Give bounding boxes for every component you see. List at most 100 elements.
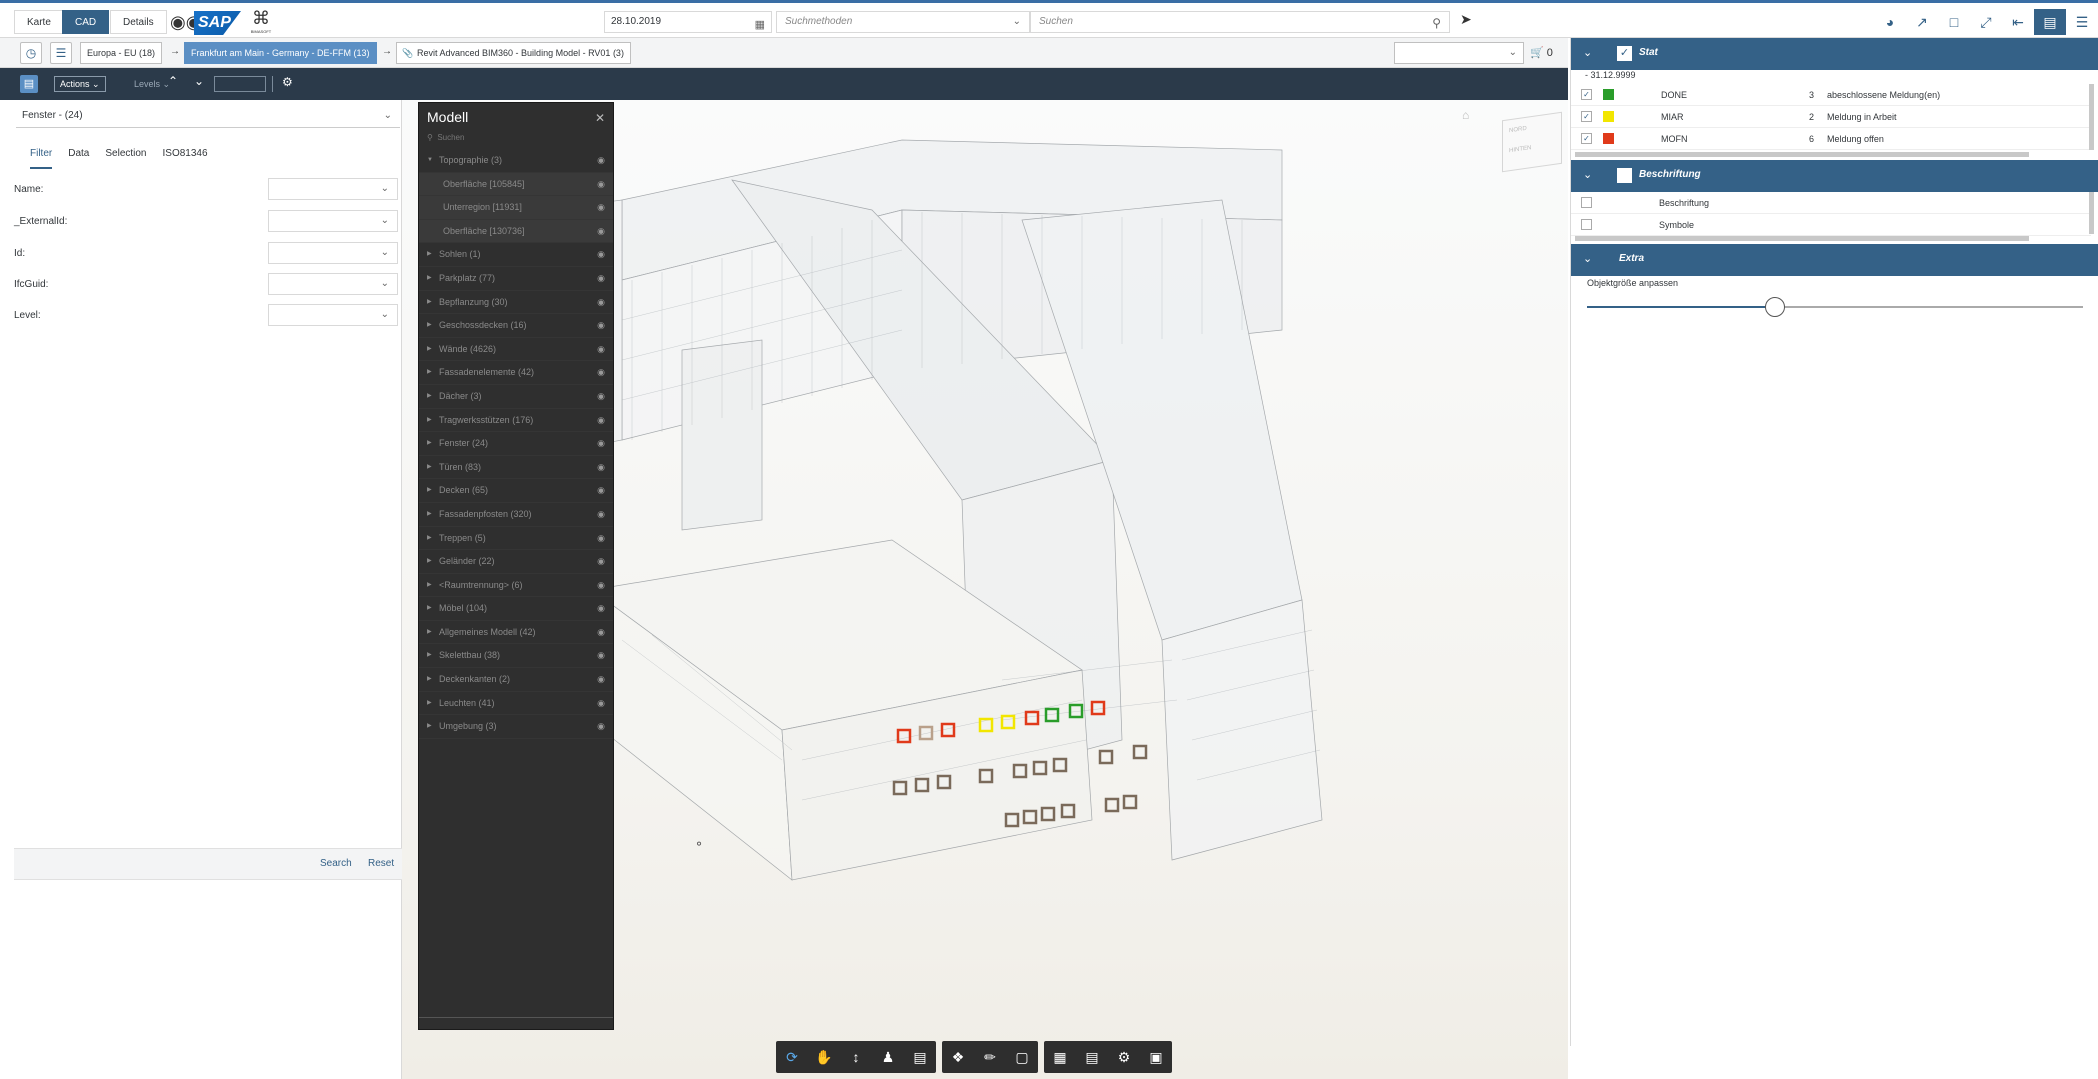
caret-right-icon[interactable]: ▶: [427, 361, 432, 385]
walk-icon[interactable]: ♟: [872, 1041, 904, 1073]
caret-down-icon[interactable]: ▼: [427, 149, 433, 173]
modell-tree-item[interactable]: Oberfläche [130736] ◉: [419, 219, 613, 244]
tab-iso81346[interactable]: ISO81346: [163, 148, 208, 169]
caret-right-icon[interactable]: ▶: [427, 503, 432, 527]
menu-icon[interactable]: ☰: [2066, 9, 2098, 35]
levels-dropdown[interactable]: Levels ⌄: [134, 76, 170, 92]
caret-right-icon[interactable]: ▶: [427, 692, 432, 716]
visibility-icon[interactable]: ◉: [597, 338, 605, 362]
row-checkbox[interactable]: [1581, 219, 1592, 230]
tab-karte[interactable]: Karte: [14, 10, 64, 34]
navigation-cube[interactable]: NORD HINTEN: [1502, 111, 1562, 173]
chevron-down-icon[interactable]: ⌄: [1583, 252, 1592, 265]
modell-tree-item[interactable]: ▶ Umgebung (3) ◉: [419, 715, 613, 739]
actions-dropdown[interactable]: Actions ⌄: [54, 76, 106, 92]
beschriftung-checkbox[interactable]: [1617, 168, 1632, 183]
tab-selection[interactable]: Selection: [105, 148, 146, 169]
category-select[interactable]: Fenster - (24) ⌄: [16, 104, 400, 128]
visibility-icon[interactable]: ◉: [597, 314, 605, 338]
breadcrumb-revit-model[interactable]: 📎 Revit Advanced BIM360 - Building Model…: [396, 42, 631, 64]
modell-tree-item[interactable]: ▼ Topographie (3) ◉: [419, 149, 613, 173]
modell-tree-item[interactable]: ▶ Möbel (104) ◉: [419, 597, 613, 621]
modell-tree-item[interactable]: Unterregion [11931] ◉: [419, 196, 613, 220]
chevron-down-icon[interactable]: ⌄: [1583, 46, 1592, 59]
horizontal-scrollbar[interactable]: [1575, 152, 2029, 157]
caret-right-icon[interactable]: ▶: [427, 550, 432, 574]
caret-right-icon[interactable]: ▶: [427, 597, 432, 621]
cart-select[interactable]: ⌄: [1394, 42, 1524, 64]
row-checkbox[interactable]: [1581, 197, 1592, 208]
stat-checkbox[interactable]: ✓: [1617, 46, 1632, 61]
caret-right-icon[interactable]: ▶: [427, 385, 432, 409]
caret-right-icon[interactable]: ▶: [427, 243, 432, 267]
visibility-icon[interactable]: ◉: [597, 644, 605, 668]
location-arrow-icon[interactable]: ➤: [1460, 11, 1472, 28]
model-browser-icon[interactable]: ▦: [1044, 1041, 1076, 1073]
panel-toggle-icon[interactable]: ▤: [2034, 9, 2066, 35]
tab-filter[interactable]: Filter: [30, 148, 53, 169]
caret-right-icon[interactable]: ▶: [427, 314, 432, 338]
visibility-icon[interactable]: ◉: [597, 361, 605, 385]
visibility-icon[interactable]: ◉: [597, 196, 605, 220]
modell-tree-item[interactable]: ▶ Tragwerksstützen (176) ◉: [419, 409, 613, 433]
resize-handle[interactable]: [419, 1017, 613, 1029]
history-icon[interactable]: ◷: [20, 42, 42, 64]
modell-tree-item[interactable]: ▶ Skelettbau (38) ◉: [419, 644, 613, 669]
tab-details[interactable]: Details: [110, 10, 167, 34]
visibility-icon[interactable]: ◉: [597, 220, 605, 244]
expand-icon[interactable]: ⤢: [1970, 9, 2002, 35]
modell-tree-item[interactable]: ▶ Leuchten (41) ◉: [419, 692, 613, 716]
modell-tree-item[interactable]: ▶ Wände (4626) ◉: [419, 338, 613, 362]
modell-tree-item[interactable]: ▶ Fenster (24) ◉: [419, 432, 613, 456]
caret-right-icon[interactable]: ▶: [427, 479, 432, 503]
modell-tree-item[interactable]: ▶ Fassadenelemente (42) ◉: [419, 361, 613, 385]
pie-chart-icon[interactable]: ◕: [1874, 9, 1906, 35]
modell-tree-item[interactable]: ▶ Treppen (5) ◉: [419, 527, 613, 551]
modell-tree-item[interactable]: ▶ Allgemeines Modell (42) ◉: [419, 621, 613, 645]
orbit-icon[interactable]: ⟳: [776, 1041, 808, 1073]
search-icon[interactable]: ⚲: [1432, 13, 1441, 33]
modell-tree-item[interactable]: ▶ Geschossdecken (16) ◉: [419, 314, 613, 338]
row-checkbox[interactable]: ✓: [1581, 89, 1592, 100]
beschriftung-section-header[interactable]: ⌄ Beschriftung: [1571, 160, 2098, 192]
visibility-icon[interactable]: ◉: [597, 456, 605, 480]
visibility-icon[interactable]: ◉: [597, 385, 605, 409]
search-input[interactable]: Suchen ⚲: [1030, 11, 1450, 33]
caret-right-icon[interactable]: ▶: [427, 574, 432, 598]
horizontal-scrollbar[interactable]: [1575, 236, 2029, 241]
visibility-icon[interactable]: ◉: [597, 432, 605, 456]
settings-icon[interactable]: ⚙: [1108, 1041, 1140, 1073]
size-slider-handle[interactable]: [1765, 297, 1786, 317]
cart-button[interactable]: 🛒 0: [1530, 46, 1553, 59]
layers-icon[interactable]: ☰: [50, 42, 72, 64]
tab-data[interactable]: Data: [68, 148, 89, 169]
visibility-icon[interactable]: ◉: [597, 574, 605, 598]
modell-search[interactable]: ⚲ Suchen: [419, 131, 613, 149]
visibility-icon[interactable]: ◉: [597, 597, 605, 621]
home-icon[interactable]: ⌂: [1462, 108, 1469, 122]
visibility-icon[interactable]: ◉: [597, 550, 605, 574]
caret-right-icon[interactable]: ▶: [427, 267, 432, 291]
breadcrumb-europa[interactable]: Europa - EU (18): [80, 42, 163, 64]
externalid-select[interactable]: ⌄: [268, 210, 398, 232]
modell-tree-item[interactable]: ▶ Parkplatz (77) ◉: [419, 267, 613, 291]
level-input[interactable]: [214, 76, 266, 92]
camera-icon[interactable]: ▤: [904, 1041, 936, 1073]
level-down-icon[interactable]: ⌄: [194, 74, 204, 88]
document-icon[interactable]: ▤: [20, 75, 38, 93]
visibility-icon[interactable]: ◉: [597, 621, 605, 645]
caret-right-icon[interactable]: ▶: [427, 621, 432, 645]
caret-right-icon[interactable]: ▶: [427, 527, 432, 551]
reset-button[interactable]: Reset: [368, 858, 394, 869]
caret-right-icon[interactable]: ▶: [427, 644, 432, 668]
caret-right-icon[interactable]: ▶: [427, 715, 432, 739]
caret-right-icon[interactable]: ▶: [427, 432, 432, 456]
visibility-icon[interactable]: ◉: [597, 692, 605, 716]
import-icon[interactable]: ⇤: [2002, 9, 2034, 35]
modell-tree-item[interactable]: ▶ Bepflanzung (30) ◉: [419, 291, 613, 315]
modell-tree-item[interactable]: ▶ Türen (83) ◉: [419, 456, 613, 480]
modell-tree-item[interactable]: ▶ Sohlen (1) ◉: [419, 243, 613, 267]
level-select[interactable]: ⌄: [268, 304, 398, 326]
search-button[interactable]: Search: [320, 858, 352, 869]
close-icon[interactable]: ✕: [595, 111, 605, 125]
